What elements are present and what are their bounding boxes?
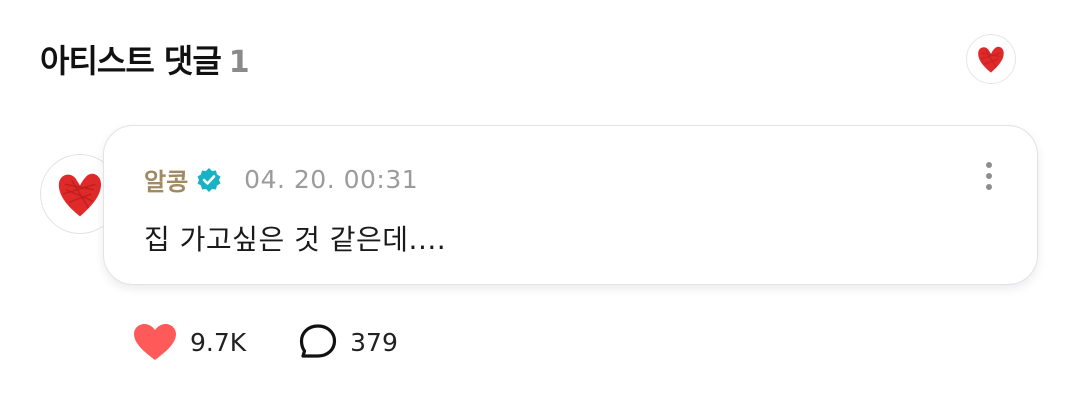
section-header: 아티스트 댓글 1: [40, 36, 250, 82]
comment-bubble: 알콩 04. 20. 00:31 집 가고싶은 것 같은데....: [103, 125, 1038, 285]
reply-button[interactable]: 379: [298, 323, 398, 361]
comment-text: 집 가고싶은 것 같은데....: [144, 223, 447, 256]
like-count: 9.7K: [190, 327, 247, 357]
author-name[interactable]: 알콩: [144, 162, 188, 197]
more-options-button[interactable]: [977, 156, 1001, 196]
artist-avatar-button[interactable]: [966, 34, 1016, 84]
speech-bubble-icon: [300, 324, 337, 358]
comment-actions: 9.7K 379: [132, 322, 398, 362]
heart-doodle-icon: [58, 173, 101, 217]
verified-badge-icon: [197, 167, 221, 192]
comment-timestamp: 04. 20. 00:31: [244, 165, 419, 194]
section-title: 아티스트 댓글: [40, 42, 222, 80]
heart-doodle-icon: [978, 46, 1004, 73]
more-vertical-icon: [986, 162, 992, 168]
like-button[interactable]: 9.7K: [132, 322, 246, 362]
reply-count: 379: [350, 327, 398, 357]
artist-comments-section: 아티스트 댓글 1 알콩 04. 20. 00:31 집 가고싶은 것 같은데.…: [0, 0, 1068, 416]
comment-count: 1: [228, 45, 250, 80]
comment-meta: 알콩 04. 20. 00:31: [144, 162, 418, 197]
heart-icon: [134, 324, 176, 360]
